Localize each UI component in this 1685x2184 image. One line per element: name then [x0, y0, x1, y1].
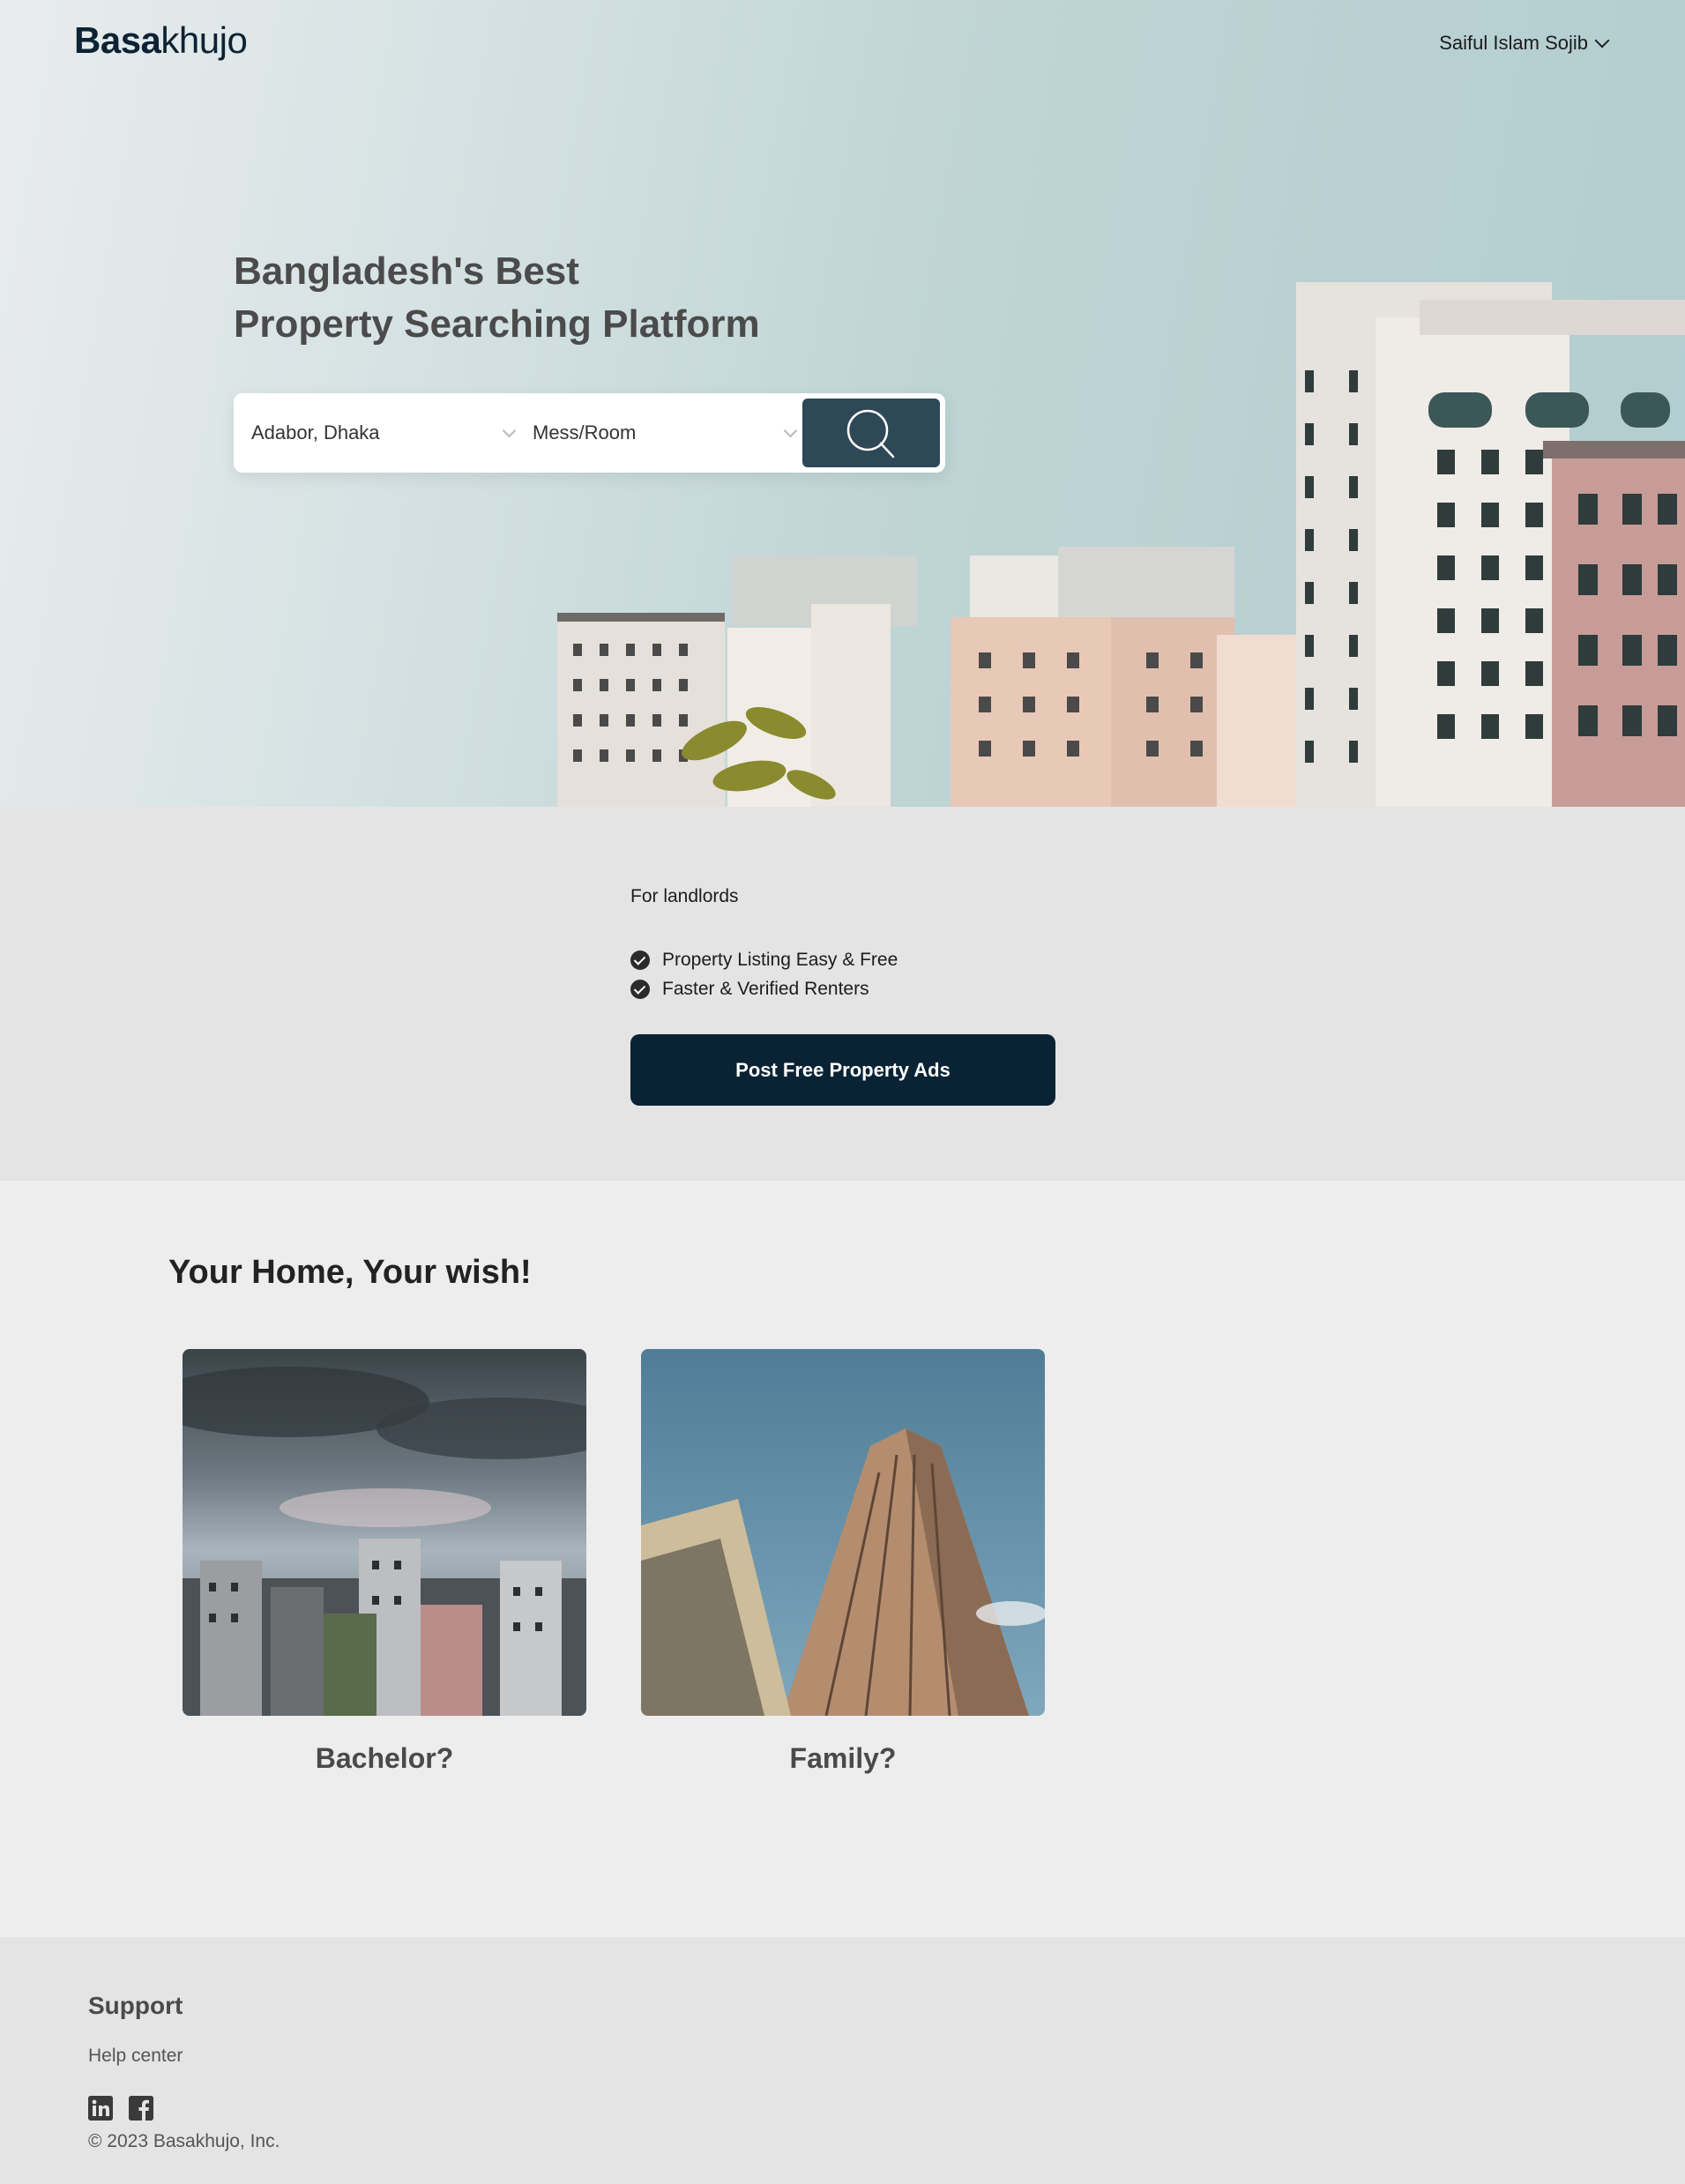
landlord-feature-list: Property Listing Easy & Free Faster & Ve…	[630, 945, 898, 1003]
post-free-ads-button[interactable]: Post Free Property Ads	[630, 1034, 1055, 1106]
chevron-down-icon	[502, 423, 517, 437]
check-circle-icon	[630, 979, 650, 999]
hero-title-line1: Bangladesh's Best	[234, 250, 579, 293]
search-button[interactable]	[802, 399, 940, 467]
user-menu[interactable]: Saiful Islam Sojib	[1439, 32, 1610, 55]
site-header: Basakhujo Saiful Islam Sojib	[0, 0, 1685, 88]
list-item: Property Listing Easy & Free	[630, 945, 898, 974]
property-type-select-value: Mess/Room	[533, 421, 637, 444]
social-links	[88, 2096, 153, 2121]
feature-label: Faster & Verified Renters	[662, 978, 869, 999]
family-card[interactable]: Family?	[641, 1349, 1045, 1775]
landlord-section: For landlords Property Listing Easy & Fr…	[0, 807, 1685, 1181]
support-heading: Support	[88, 1992, 183, 2019]
search-icon	[846, 409, 895, 458]
location-select[interactable]: Adabor, Dhaka	[251, 393, 525, 473]
landlord-heading: For landlords	[630, 886, 739, 906]
property-type-select[interactable]: Mess/Room	[533, 393, 806, 473]
card-label: Family?	[789, 1742, 897, 1774]
hero-title-line2: Property Searching Platform	[234, 302, 760, 346]
hero-section: Basakhujo Saiful Islam Sojib Bangladesh'…	[0, 0, 1685, 807]
list-item: Faster & Verified Renters	[630, 974, 898, 1003]
check-circle-icon	[630, 950, 650, 970]
user-name: Saiful Islam Sojib	[1439, 32, 1588, 54]
bachelor-card[interactable]: Bachelor?	[183, 1349, 586, 1775]
bachelor-city-image	[183, 1349, 586, 1716]
logo-light-text: khujo	[160, 19, 248, 61]
family-tower-image	[641, 1349, 1045, 1716]
search-bar: Adabor, Dhaka Mess/Room	[234, 393, 945, 473]
help-center-link[interactable]: Help center	[88, 2046, 183, 2067]
chevron-down-icon	[783, 423, 798, 437]
location-select-value: Adabor, Dhaka	[251, 421, 380, 444]
site-logo[interactable]: Basakhujo	[74, 19, 248, 62]
site-footer: Support Help center © 2023 Basakhujo, In…	[0, 1937, 1685, 2184]
chevron-down-icon	[1594, 33, 1610, 48]
facebook-icon[interactable]	[129, 2096, 153, 2121]
copyright-text: © 2023 Basakhujo, Inc.	[88, 2131, 280, 2151]
feature-label: Property Listing Easy & Free	[662, 949, 898, 970]
linkedin-icon[interactable]	[88, 2096, 113, 2121]
card-label: Bachelor?	[315, 1742, 454, 1774]
hero-title: Bangladesh's Best Property Searching Pla…	[234, 245, 851, 351]
home-wish-section: Your Home, Your wish! Bachelor? Family?	[0, 1181, 1685, 1937]
logo-bold-text: Basa	[74, 19, 161, 61]
section-title: Your Home, Your wish!	[168, 1254, 532, 1291]
